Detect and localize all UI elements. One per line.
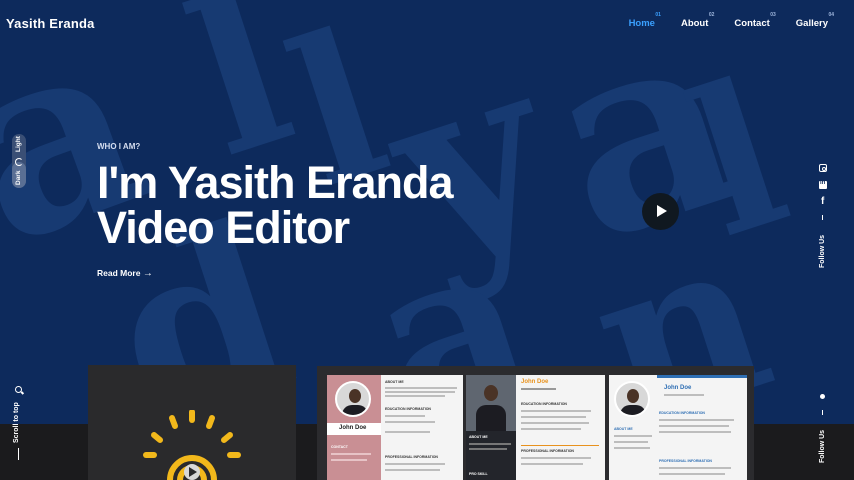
- resume-name: John Doe: [339, 425, 367, 431]
- facebook-icon[interactable]: [819, 196, 827, 207]
- resume-section: EDUCATION INFORMATION: [521, 402, 567, 406]
- resume-section: CONTACT: [331, 445, 348, 449]
- resume-section: PROFESSIONAL INFORMATION: [659, 459, 712, 463]
- read-more-link[interactable]: Read More →: [97, 268, 153, 279]
- read-more-label: Read More: [97, 268, 141, 278]
- follow-us-label: Follow Us: [819, 234, 826, 268]
- theme-toggle[interactable]: Light Dark: [12, 134, 26, 188]
- nav-home[interactable]: 01 Home: [628, 12, 661, 29]
- resume-section: ABOUT ME: [385, 380, 404, 384]
- main-nav: 01 Home 02 About 03 Contact 04 Gallery: [603, 12, 834, 29]
- resume-template-2: John Doe ABOUT ME EDUCATION INFORMATION …: [466, 375, 605, 480]
- divider: [822, 410, 823, 415]
- dark-mode-label: Dark: [15, 170, 22, 185]
- divider: [822, 215, 823, 220]
- nav-number: 01: [655, 12, 661, 18]
- resume-template-1: John Doe ABOUT ME EDUCATION INFORMATION …: [327, 375, 463, 480]
- nav-label: Home: [628, 18, 655, 29]
- nav-number: 04: [828, 12, 834, 18]
- instagram-icon[interactable]: [819, 164, 827, 172]
- resume-section: ABOUT ME: [614, 427, 633, 431]
- resume-name: John Doe: [521, 379, 549, 385]
- scroll-to-top-label[interactable]: Scroll to top: [13, 402, 20, 443]
- play-icon: [657, 205, 667, 217]
- nav-gallery[interactable]: 04 Gallery: [795, 12, 834, 29]
- nav-label: Gallery: [795, 18, 828, 29]
- resume-section: PROFESSIONAL INFORMATION: [521, 449, 574, 453]
- nav-number: 03: [770, 12, 776, 18]
- resume-name: John Doe: [664, 385, 692, 391]
- resume-section: PRO SKILL: [469, 472, 488, 476]
- nav-contact[interactable]: 03 Contact: [734, 12, 775, 29]
- resume-template-3: John Doe EDUCATION INFORMATION ABOUT ME …: [609, 375, 747, 480]
- resume-section: ABOUT ME: [469, 435, 488, 439]
- nav-label: About: [680, 18, 709, 29]
- brand-logo[interactable]: Yasith Eranda: [6, 16, 95, 31]
- scroll-line: [18, 448, 19, 460]
- linkedin-icon[interactable]: [819, 180, 827, 189]
- sun-logo-icon: [143, 410, 241, 480]
- search-icon[interactable]: [15, 386, 22, 393]
- avatar: [466, 375, 516, 431]
- avatar: [614, 381, 650, 417]
- nav-label: Contact: [734, 18, 770, 29]
- nav-about[interactable]: 02 About: [680, 12, 714, 29]
- nav-number: 02: [708, 12, 715, 18]
- resume-section: EDUCATION INFORMATION: [385, 407, 431, 411]
- follow-us-label: Follow Us: [819, 429, 826, 463]
- hero-subtitle: Video Editor: [97, 202, 350, 253]
- pin-icon: [820, 394, 825, 399]
- avatar: [335, 381, 371, 417]
- moon-icon: [15, 158, 23, 166]
- resume-section: EDUCATION INFORMATION: [659, 411, 705, 415]
- light-mode-label: Light: [15, 136, 22, 152]
- resume-section: PROFESSIONAL INFORMATION: [385, 455, 438, 459]
- play-video-button[interactable]: [642, 193, 679, 230]
- hero-eyebrow: WHO I AM?: [97, 142, 141, 151]
- arrow-right-icon: →: [142, 268, 153, 279]
